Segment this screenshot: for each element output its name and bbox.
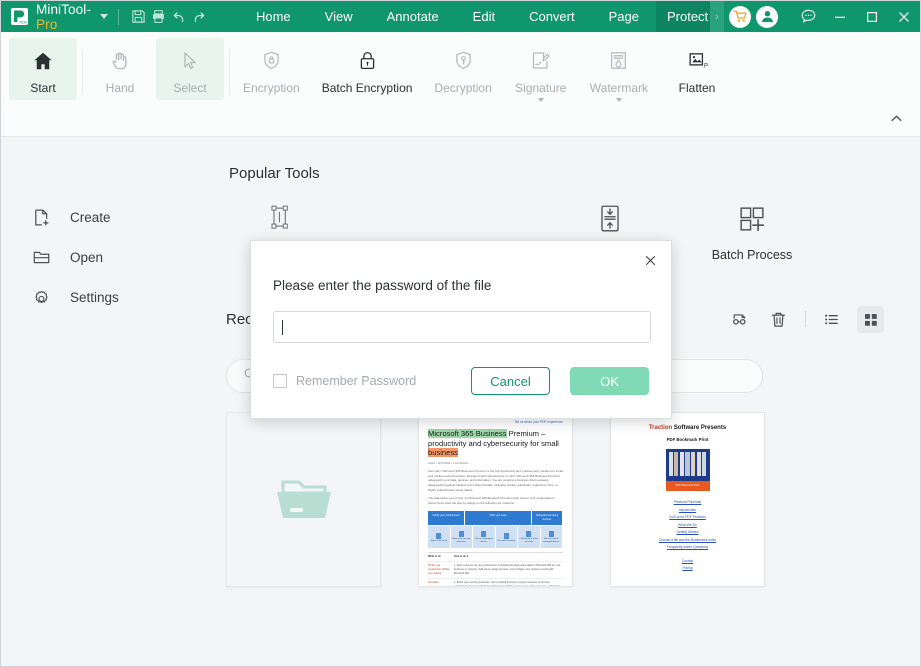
dialog-buttons: Cancel OK bbox=[471, 367, 649, 395]
close-icon[interactable] bbox=[641, 251, 659, 269]
checkbox-box bbox=[273, 374, 287, 388]
dialog-title: Please enter the password of the file bbox=[273, 278, 492, 293]
text-caret bbox=[282, 319, 283, 335]
remember-password-label: Remember Password bbox=[296, 374, 417, 388]
dialog-footer: Remember Password Cancel OK bbox=[273, 367, 649, 395]
remember-password-checkbox[interactable]: Remember Password bbox=[273, 374, 416, 388]
password-input[interactable] bbox=[273, 311, 651, 343]
dialog-overlay: Please enter the password of the file Re… bbox=[1, 1, 920, 666]
cancel-button[interactable]: Cancel bbox=[471, 367, 550, 395]
ok-button[interactable]: OK bbox=[570, 367, 649, 395]
minitool-pdf-window: PDF MiniTool-Pro Home View Annotate Edit… bbox=[0, 0, 921, 667]
password-dialog: Please enter the password of the file Re… bbox=[250, 240, 672, 419]
